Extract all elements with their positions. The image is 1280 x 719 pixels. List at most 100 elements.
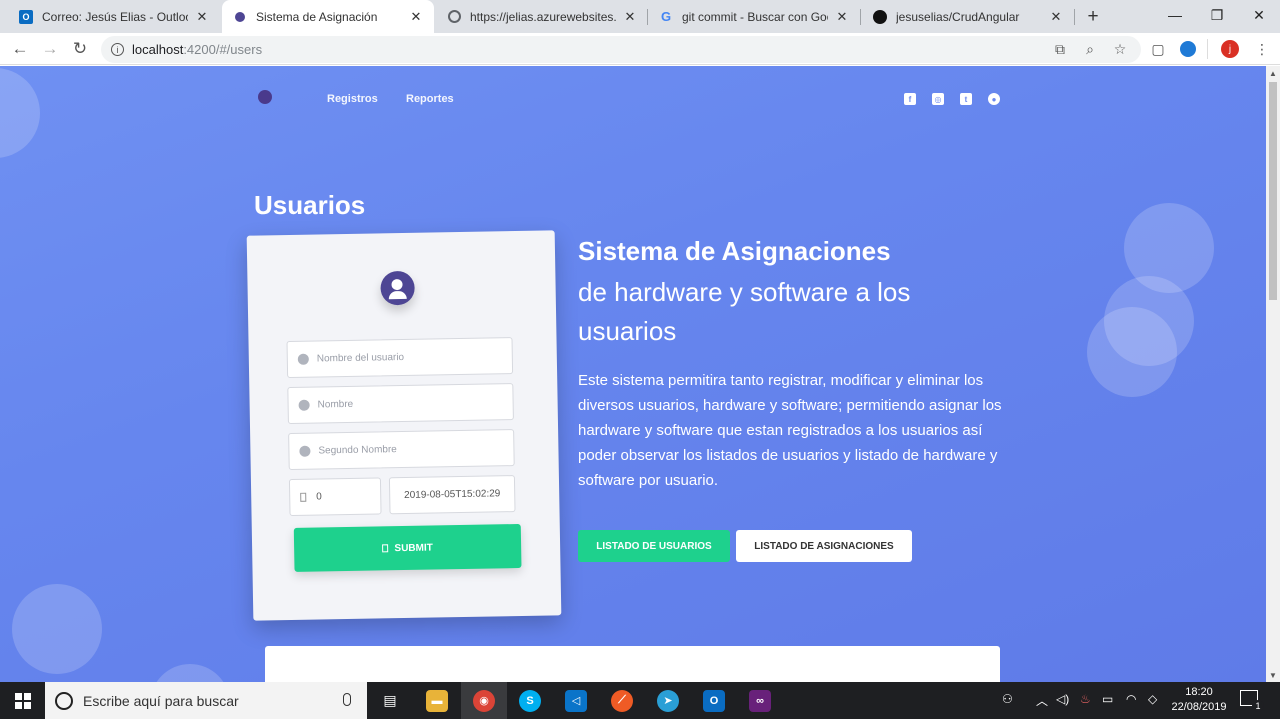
nav-link-reportes[interactable]: Reportes [406,93,454,105]
submit-icon [382,544,389,553]
windows-start-icon[interactable] [0,682,45,719]
info-icon[interactable]: i [111,43,124,56]
wifi-icon[interactable]: ◠ [1126,692,1136,706]
extension-icon[interactable]: ▢ [1148,39,1168,59]
list-assignments-button[interactable]: LISTADO DE ASIGNACIONES [736,530,912,562]
vscode-icon[interactable]: ◁ [553,682,599,719]
system-clock[interactable]: 18:20 22/08/2019 [1168,685,1230,715]
instagram-icon[interactable]: ◎ [932,93,944,105]
globe-icon [446,9,462,25]
tray-expand-icon[interactable]: ︿ [1036,692,1048,709]
teams-icon[interactable]: ➤ [645,682,691,719]
tab-azure[interactable]: https://jelias.azurewebsites.net ✕ [436,0,648,33]
tab-label: Correo: Jesús Elias - Outlook [42,9,188,24]
github-icon [872,9,888,25]
close-icon[interactable]: ✕ [834,9,850,25]
back-arrow-icon[interactable]: ← [8,37,32,61]
browser-tab-strip: O Correo: Jesús Elias - Outlook ✕ Sistem… [0,0,1280,33]
brand-logo[interactable] [258,90,272,104]
bookmark-star-icon[interactable]: ☆ [1110,39,1130,59]
address-path: :4200/#/users [183,42,263,57]
translate-icon[interactable]: ⧉ [1050,39,1070,59]
close-icon[interactable]: ✕ [194,9,210,25]
submit-button[interactable]: SUBMIT [293,523,522,572]
address-host: localhost [132,42,184,57]
minimize-button[interactable]: — [1152,0,1198,30]
extension-ie-icon[interactable] [1178,39,1198,59]
hero-title: Sistema de Asignaciones [578,236,891,266]
decor-bubble [1087,307,1177,397]
name-placeholder: Nombre [317,398,354,411]
vertical-scrollbar[interactable]: ▲ ▼ [1266,66,1280,682]
profile-avatar[interactable]: j [1220,39,1240,59]
close-icon[interactable]: ✕ [622,9,638,25]
zoom-icon[interactable]: ⌕ [1080,39,1100,59]
forward-arrow-icon[interactable]: → [38,37,62,61]
name-field[interactable]: Nombre [287,383,514,425]
browser-toolbar: ← → ↻ i localhost :4200/#/users ⧉ ⌕ ☆ ▢ … [0,33,1280,65]
antivirus-icon[interactable]: ♨ [1080,692,1091,706]
taskbar-search-input[interactable]: Escribe aquí para buscar [45,682,367,719]
battery-icon[interactable]: ▭ [1102,692,1113,706]
tab-github[interactable]: jesuselias/CrudAngular ✕ [862,0,1074,33]
user-icon [298,399,310,411]
address-bar[interactable]: i localhost :4200/#/users [101,36,1141,63]
file-explorer-icon[interactable]: ▬ [414,682,460,719]
datetime-field[interactable]: 2019-08-05T15:02:29 [388,475,516,515]
username-placeholder: Nombre del usuario [316,351,405,365]
google-icon: G [660,9,672,24]
number-field[interactable]: 0 [288,477,382,517]
tab-label: https://jelias.azurewebsites.net [470,9,616,24]
tab-label: git commit - Buscar con Google [682,9,828,24]
clock-date: 22/08/2019 [1171,701,1227,713]
dropbox-icon[interactable]: ◇ [1148,692,1157,706]
restore-button[interactable]: ❐ [1194,0,1240,30]
scroll-down-icon[interactable]: ▼ [1266,668,1280,682]
menu-dots-icon[interactable]: ⋮ [1252,39,1272,59]
clock-time: 18:20 [1185,686,1213,698]
second-name-field[interactable]: Segundo Nombre [288,429,515,471]
decor-bubble [0,68,40,158]
user-form-card: Nombre del usuario Nombre Segundo Nombre… [246,230,562,621]
tab-google[interactable]: G git commit - Buscar con Google ✕ [648,0,860,33]
nav-link-registros[interactable]: Registros [327,93,378,105]
list-users-button[interactable]: LISTADO DE USUARIOS [578,530,730,562]
taskbar-search-placeholder: Escribe aquí para buscar [83,692,239,709]
username-field[interactable]: Nombre del usuario [286,337,514,379]
skype-icon[interactable]: S [507,682,553,719]
tab-outlook[interactable]: O Correo: Jesús Elias - Outlook ✕ [8,0,220,33]
outlook-icon: O [18,9,34,25]
close-window-button[interactable]: ✕ [1236,0,1280,30]
close-icon[interactable]: ✕ [1048,9,1064,25]
decor-bubble [150,664,230,682]
field-icon [300,492,307,502]
new-tab-button[interactable]: + [1082,6,1104,28]
volume-icon[interactable]: ◁) [1056,692,1069,706]
scroll-thumb[interactable] [1269,82,1277,300]
postman-icon[interactable]: ⟋ [599,682,645,719]
page-title: Usuarios [254,190,366,220]
submit-label: SUBMIT [394,542,433,554]
tab-label: jesuselias/CrudAngular [896,9,1020,24]
tab-sistema-asignacion[interactable]: Sistema de Asignación ✕ [222,0,434,33]
user-avatar-icon [380,270,415,306]
twitter-icon[interactable]: t [960,93,972,105]
visual-studio-icon[interactable]: ∞ [737,682,783,719]
close-icon[interactable]: ✕ [408,9,424,25]
tab-divider [860,9,861,25]
decor-bubble [12,584,102,674]
reload-icon[interactable]: ↻ [68,37,92,61]
notification-count: 1 [1252,700,1264,712]
outlook-icon[interactable]: O [691,682,737,719]
second-name-placeholder: Segundo Nombre [318,444,397,457]
chrome-icon[interactable]: ◉ [461,682,507,719]
user-icon [299,445,311,457]
windows-taskbar: Escribe aquí para buscar ▤ ▬ ◉ S ◁ ⟋ ➤ O… [0,682,1280,719]
scroll-up-icon[interactable]: ▲ [1266,66,1280,80]
hero-subtitle: de hardware y software a los usuarios [578,277,911,346]
facebook-icon[interactable]: f [904,93,916,105]
microphone-icon[interactable] [343,693,351,706]
people-icon[interactable]: ⚇ [1002,692,1013,706]
github-icon[interactable]: ● [988,93,1000,105]
task-view-icon[interactable]: ▤ [367,682,413,719]
